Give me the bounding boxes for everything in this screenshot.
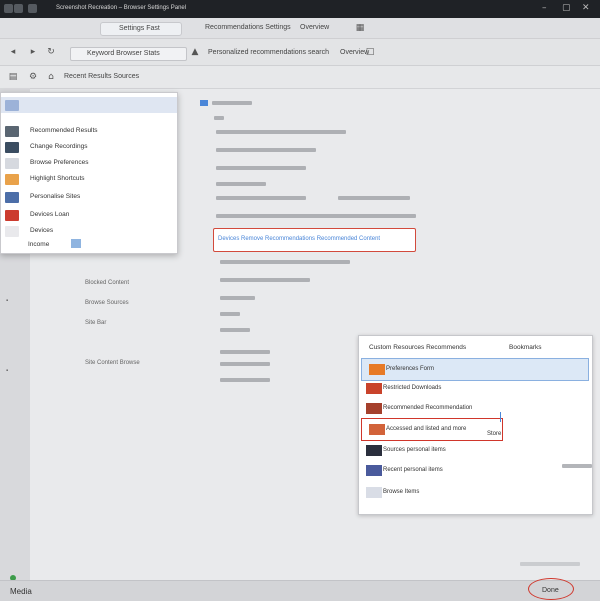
panel-header: Custom Resources Recommends: [369, 344, 467, 351]
col-label: Site Content Browse: [85, 360, 140, 366]
list-item[interactable]: Browse Items: [359, 482, 592, 503]
status-label: Media: [10, 587, 32, 596]
breadcrumb: Personalized recommendations search: [208, 49, 330, 56]
menu-item[interactable]: Income: [1, 237, 177, 253]
url-row: Settings Fast Recommendations Settings O…: [0, 18, 600, 39]
grid-icon[interactable]: ▦: [355, 23, 365, 33]
menu-item[interactable]: Highlight Shortcuts: [1, 171, 177, 187]
col-label: Browse Sources: [85, 300, 129, 306]
item-icon: [5, 158, 19, 169]
connector-line: [500, 412, 531, 422]
thumbnail: [366, 465, 382, 476]
recommendations-panel: Custom Resources Recommends Bookmarks Pr…: [358, 335, 593, 515]
item-icon: [5, 192, 19, 203]
window-title: Screenshot Recreation – Browser Settings…: [56, 5, 187, 11]
item-icon: [5, 126, 19, 137]
item-icon: [5, 142, 19, 153]
highlight-circle: [528, 578, 574, 600]
sidebar-item[interactable]: ▪: [6, 298, 8, 304]
row3-label: Recent Results Sources: [64, 73, 140, 80]
app-icon: [4, 4, 13, 13]
dropdown-menu: Recommended Results Change Recordings Br…: [0, 92, 178, 254]
title-bar: Screenshot Recreation – Browser Settings…: [0, 0, 600, 18]
gear-icon[interactable]: ⚙: [28, 72, 38, 82]
list-item-highlighted[interactable]: Accessed and listed and more: [361, 418, 503, 441]
refresh-icon[interactable]: ↻: [46, 47, 56, 57]
list-item[interactable]: Recommended Recommendation: [359, 398, 592, 419]
secondary-toolbar: ▤ ⚙ ⌂ Recent Results Sources: [0, 66, 600, 89]
square-icon[interactable]: □: [365, 47, 375, 57]
thumbnail: [369, 424, 385, 435]
list-item[interactable]: Recent personal items: [359, 460, 592, 481]
close-icon[interactable]: ✕: [582, 3, 590, 13]
status-bar: Media Done: [0, 580, 600, 601]
item-icon: [5, 226, 19, 237]
side-text: [520, 562, 580, 566]
folder-icon: [14, 4, 23, 13]
list-item[interactable]: Sources personal items: [359, 440, 592, 461]
menu-item[interactable]: [1, 97, 177, 113]
income-icon: [71, 239, 81, 248]
menu-item[interactable]: Personalise Sites: [1, 189, 177, 205]
menu-icon[interactable]: [28, 4, 37, 13]
side-label: Store: [487, 431, 502, 437]
thumbnail: [366, 487, 382, 498]
folder-icon: [200, 100, 208, 106]
menu-item[interactable]: Recommended Results: [1, 123, 177, 139]
item-icon: [5, 100, 19, 111]
back-icon[interactable]: ◂: [8, 47, 18, 57]
side-text: [562, 464, 592, 468]
item-icon: [5, 174, 19, 185]
forward-icon[interactable]: ▸: [28, 47, 38, 57]
sidebar-item[interactable]: ▪: [6, 368, 8, 374]
search-highlight-text: Devices Remove Recommendations Recommend…: [218, 236, 381, 242]
address-input[interactable]: Keyword Browser Stats: [70, 47, 187, 61]
minimize-icon[interactable]: –: [542, 3, 547, 13]
tab-recommendations[interactable]: Recommendations Settings: [205, 24, 291, 31]
menu-item[interactable]: Change Recordings: [1, 139, 177, 155]
panel-icon[interactable]: ▤: [8, 72, 18, 82]
triangle-icon[interactable]: ▲: [190, 47, 200, 57]
thumbnail: [366, 403, 382, 414]
tab-settings[interactable]: Settings Fast: [100, 22, 182, 36]
maximize-icon[interactable]: ▢: [562, 3, 571, 13]
search-highlight[interactable]: Devices Remove Recommendations Recommend…: [213, 228, 416, 252]
thumbnail: [366, 383, 382, 394]
thumbnail: [366, 445, 382, 456]
list-item[interactable]: Restricted Downloads: [359, 378, 592, 399]
tag-icon[interactable]: ⌂: [46, 72, 56, 82]
menu-item[interactable]: Devices Loan: [1, 207, 177, 223]
col-label: Blocked Content: [85, 280, 130, 286]
col-label: Site Bar: [85, 320, 107, 326]
tab-overview[interactable]: Overview: [300, 24, 329, 31]
menu-item[interactable]: Browse Preferences: [1, 155, 177, 171]
thumbnail: [369, 364, 385, 375]
item-icon: [5, 210, 19, 221]
panel-header-right[interactable]: Bookmarks: [509, 344, 542, 351]
